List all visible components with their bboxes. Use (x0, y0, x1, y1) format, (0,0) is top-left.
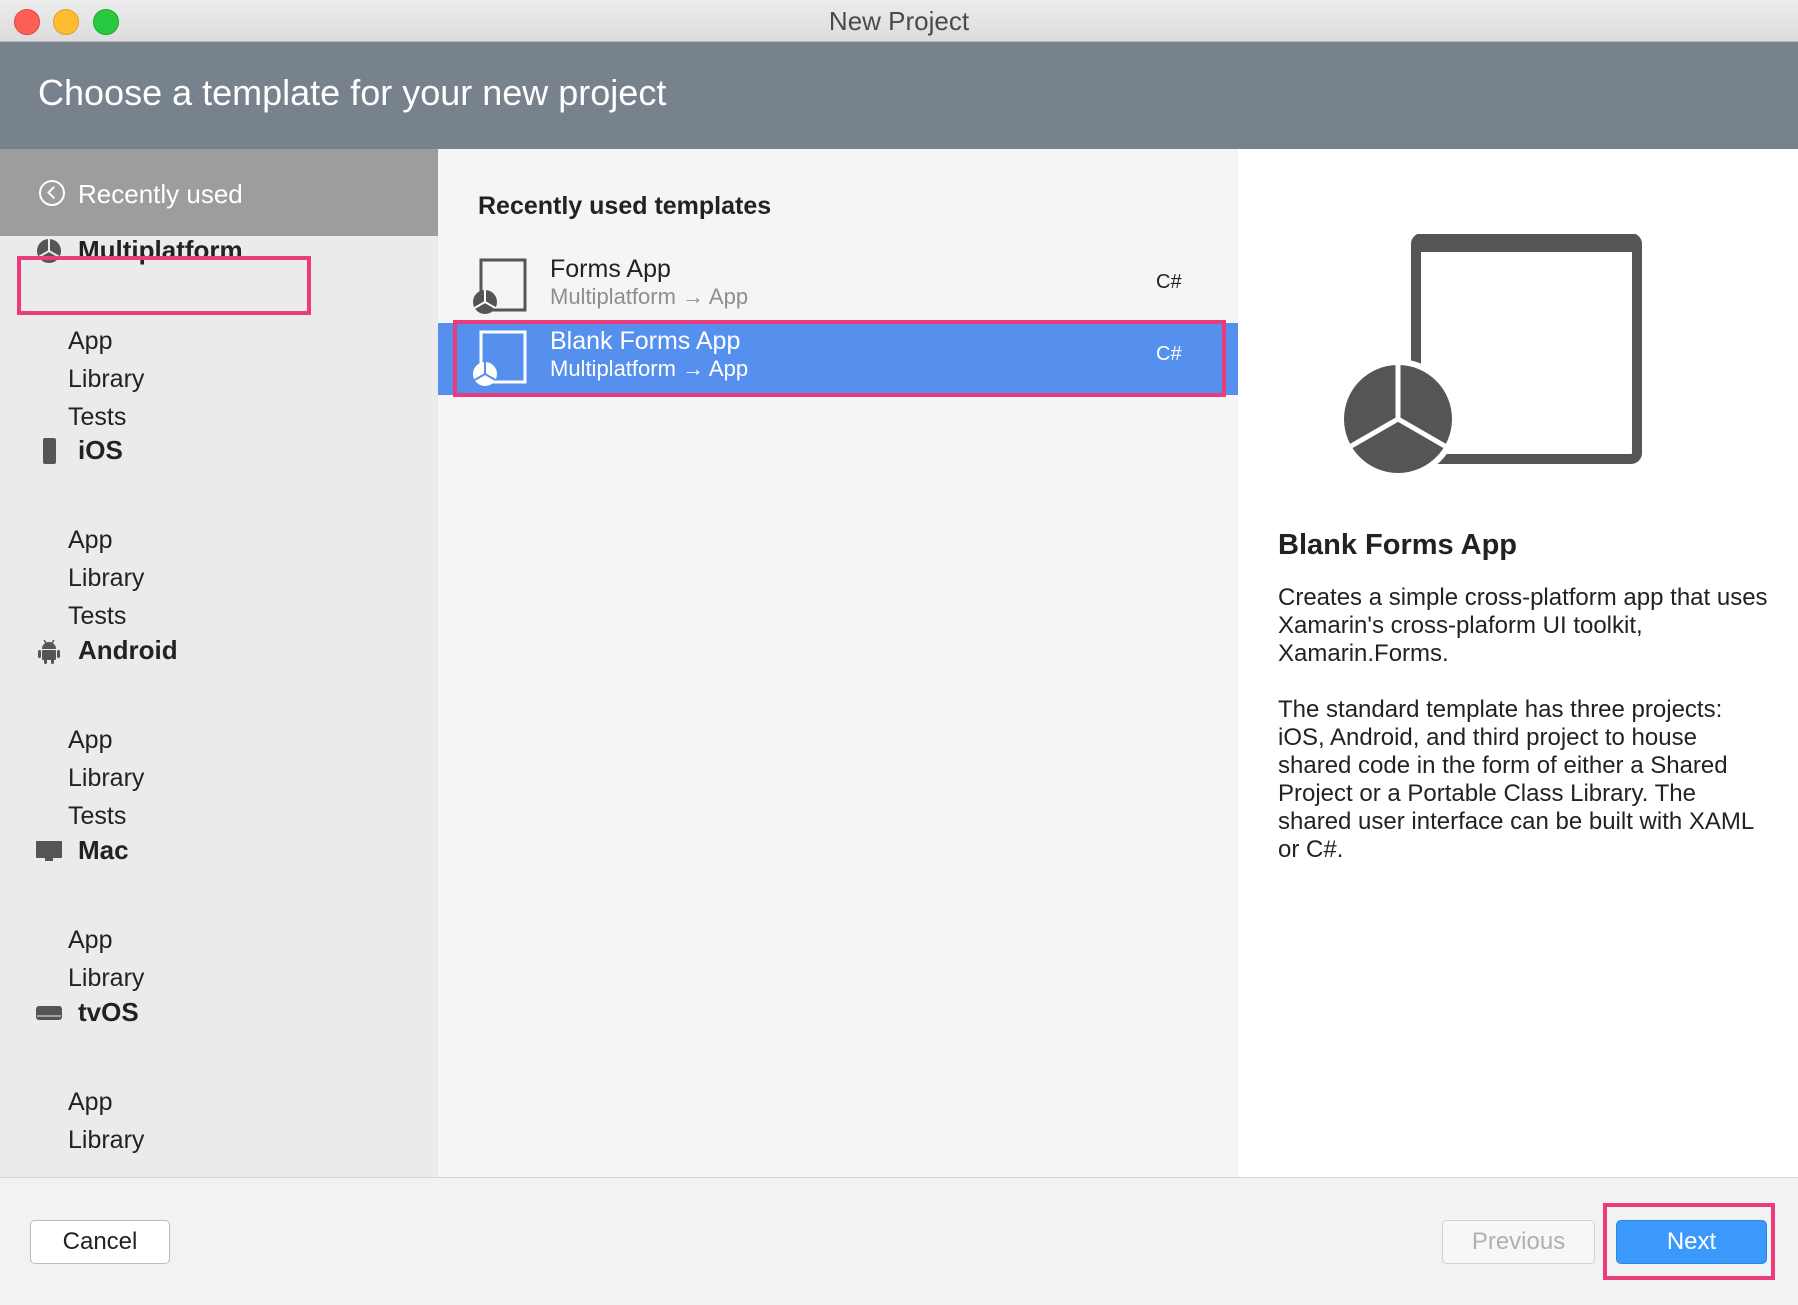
window-title: New Project (828, 6, 970, 36)
dialog-footer: Cancel Previous Next (0, 1177, 1798, 1305)
detail-description-paragraph: The standard template has three projects… (1278, 696, 1754, 863)
sidebar-item-android-library[interactable]: Library (68, 764, 144, 793)
sidebar-item-ios-tests[interactable]: Tests (68, 602, 126, 631)
template-list-panel: Recently used templates Forms App Multip… (438, 149, 1238, 1177)
template-list-heading: Recently used templates (478, 192, 772, 220)
sidebar-item-tvos-library[interactable]: Library (68, 1126, 144, 1155)
sidebar-item-multiplatform-tests[interactable]: Tests (68, 403, 126, 432)
back-circle-icon (39, 180, 65, 206)
title-bar: New Project (0, 0, 1798, 42)
sidebar-item-multiplatform-app[interactable]: App (68, 327, 112, 356)
sidebar-item-tvos-app[interactable]: App (68, 1088, 112, 1117)
sidebar-item-mac-app[interactable]: App (68, 926, 112, 955)
previous-button[interactable]: Previous (1442, 1220, 1595, 1264)
sidebar-item-recently-used[interactable]: Recently used (0, 149, 438, 236)
template-title: Forms App (550, 255, 671, 283)
next-highlight-box (1603, 1203, 1775, 1280)
forms-app-icon (473, 258, 527, 314)
selected-template-highlight-box (453, 320, 1226, 397)
phone-icon (43, 438, 56, 464)
category-label: Mac (78, 835, 129, 865)
category-label: tvOS (78, 997, 139, 1027)
tv-box-icon (36, 1006, 62, 1020)
cancel-button[interactable]: Cancel (30, 1220, 170, 1264)
sidebar-item-multiplatform-library[interactable]: Library (68, 365, 144, 394)
dialog-header: Choose a template for your new project (0, 42, 1798, 149)
template-preview-icon (1343, 234, 1642, 474)
category-label: Android (78, 635, 178, 665)
monitor-icon (36, 841, 62, 861)
template-detail-panel: Blank Forms App Creates a simple cross-p… (1238, 149, 1798, 1177)
sidebar-item-android-tests[interactable]: Tests (68, 802, 126, 831)
detail-description-paragraph: Creates a simple cross-platform app that… (1278, 584, 1768, 667)
template-row-forms-app[interactable]: Forms App Multiplatform → App C# (438, 251, 1238, 323)
category-label: iOS (78, 435, 123, 465)
android-icon (38, 639, 60, 664)
template-language: C# (1156, 271, 1182, 293)
detail-title: Blank Forms App (1278, 529, 1518, 561)
sidebar-item-label: Recently used (78, 179, 243, 209)
detail-description: Creates a simple cross-platform app that… (1278, 584, 1768, 892)
page-title: Choose a template for your new project (38, 72, 667, 113)
category-sidebar: Recently used Multiplatform App Library … (0, 149, 438, 1177)
sidebar-item-android-app[interactable]: App (68, 726, 112, 755)
sidebar-item-ios-app[interactable]: App (68, 526, 112, 555)
template-path: Multiplatform → App (550, 284, 749, 309)
sidebar-item-ios-library[interactable]: Library (68, 564, 144, 593)
sidebar-item-mac-library[interactable]: Library (68, 964, 144, 993)
multiplatform-highlight-box (17, 256, 311, 315)
